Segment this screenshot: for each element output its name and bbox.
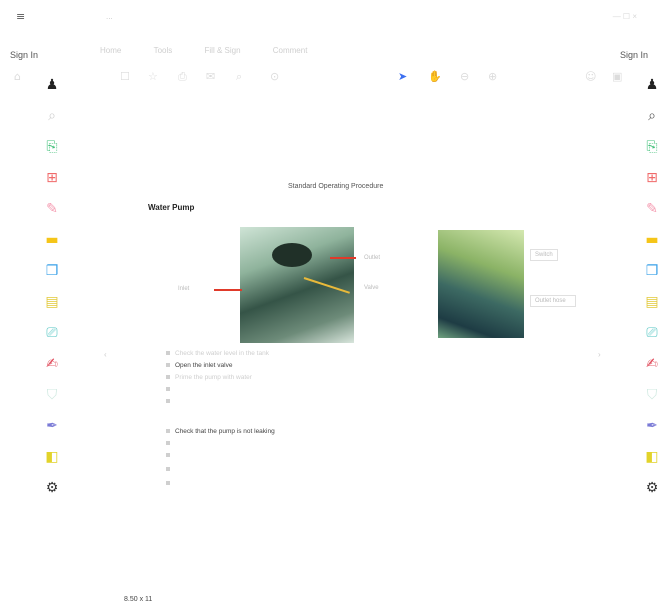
export-pdf-icon[interactable]: ⎘: [638, 136, 665, 158]
organize-pages-icon[interactable]: ▤: [638, 291, 665, 313]
list-item: [166, 452, 175, 459]
title-bar: ≡ ... — ☐ ×: [0, 0, 665, 36]
combine-files-icon[interactable]: ❐: [638, 260, 665, 282]
fill-sign-icon[interactable]: ✍: [638, 353, 665, 375]
comment-icon[interactable]: ▬: [638, 229, 665, 251]
list-item: [166, 466, 175, 473]
cursor-icon[interactable]: ➤: [398, 70, 407, 83]
valve-label: Valve: [364, 285, 379, 291]
list-item: [166, 398, 175, 405]
list-item: [166, 386, 175, 393]
inlet-label: Inlet: [178, 286, 190, 292]
pump-motor-shape: [272, 243, 312, 267]
organize-pages-icon[interactable]: ▤: [38, 291, 66, 313]
user-icon[interactable]: ☺: [585, 70, 596, 83]
search-icon[interactable]: ⌕: [236, 70, 242, 84]
edit-pdf-icon[interactable]: ✎: [638, 198, 665, 220]
list-item: Open the inlet valve: [166, 362, 232, 369]
tools-rail-left: ♟ ⌕ ⎘ ⊞ ✎ ▬ ❐ ▤ ⎚ ✍ ⛉ ✒ ◧ ⚙: [38, 74, 66, 508]
tab-fill-sign[interactable]: Fill & Sign: [205, 46, 241, 55]
save-icon[interactable]: ▣: [612, 70, 622, 83]
add-user-icon[interactable]: ♟: [38, 74, 66, 96]
list-item: Prime the pump with water: [166, 374, 252, 381]
protect-icon[interactable]: ⛉: [38, 384, 66, 406]
create-pdf-icon[interactable]: ⊞: [38, 167, 66, 189]
page-size-readout: 8.50 x 11: [124, 596, 153, 603]
sign-in-link-left[interactable]: Sign In: [10, 50, 38, 60]
scan-icon[interactable]: ⎚: [38, 322, 66, 344]
add-user-icon[interactable]: ♟: [638, 74, 665, 96]
zoom-out-icon[interactable]: ⊖: [460, 70, 469, 83]
search-icon[interactable]: ⌕: [638, 105, 665, 127]
list-item: [166, 480, 175, 487]
list-item: [166, 440, 175, 447]
hand-icon[interactable]: ✋: [428, 70, 442, 83]
send-signature-icon[interactable]: ✒: [638, 415, 665, 437]
protect-icon[interactable]: ⛉: [638, 384, 665, 406]
send-signature-icon[interactable]: ✒: [38, 415, 66, 437]
list-item: Check that the pump is not leaking: [166, 428, 275, 435]
fill-sign-icon[interactable]: ✍: [38, 353, 66, 375]
window-controls[interactable]: — ☐ ×: [613, 12, 637, 21]
more-tools-icon[interactable]: ⚙: [38, 477, 66, 499]
print-icon[interactable]: ⎙: [178, 70, 187, 84]
more-tools-icon[interactable]: ⚙: [638, 477, 665, 499]
section-title: Water Pump: [148, 203, 195, 212]
page-heading: Standard Operating Procedure: [288, 183, 384, 190]
inlet-arrow: [214, 289, 242, 291]
stamp-icon[interactable]: ◧: [38, 446, 66, 468]
outlet-label: Outlet: [364, 255, 381, 261]
create-pdf-icon[interactable]: ⊞: [638, 167, 665, 189]
comment-icon[interactable]: ▬: [38, 229, 66, 251]
document-page: Standard Operating Procedure Water Pump …: [118, 175, 586, 535]
stamp-icon[interactable]: ◧: [638, 446, 665, 468]
tools-rail-right: ♟ ⌕ ⎘ ⊞ ✎ ▬ ❐ ▤ ⎚ ✍ ⛉ ✒ ◧ ⚙: [638, 74, 665, 508]
combine-files-icon[interactable]: ❐: [38, 260, 66, 282]
export-pdf-icon[interactable]: ⎘: [38, 136, 66, 158]
edit-pdf-icon[interactable]: ✎: [38, 198, 66, 220]
switch-label: Switch: [530, 249, 558, 261]
outlet-hose-label: Outlet hose: [530, 295, 576, 307]
tab-home[interactable]: Home: [100, 46, 121, 55]
prev-page-icon[interactable]: ‹: [104, 350, 107, 359]
pump-switch-photo: [438, 230, 524, 338]
pump-photo: [240, 227, 354, 343]
bookmark-icon[interactable]: ☐: [120, 70, 130, 83]
hamburger-icon[interactable]: ≡: [16, 10, 25, 23]
zoom-in-icon[interactable]: ⊕: [488, 70, 497, 83]
page-nav-icon[interactable]: ⊙: [270, 70, 279, 83]
tab-tools[interactable]: Tools: [154, 46, 173, 55]
home-icon[interactable]: ⌂: [14, 70, 21, 83]
tab-comment[interactable]: Comment: [273, 46, 308, 55]
outlet-arrow: [330, 257, 356, 259]
scan-icon[interactable]: ⎚: [638, 322, 665, 344]
tab-bar: Home Tools Fill & Sign Comment: [100, 46, 570, 62]
sign-in-link-right[interactable]: Sign In: [620, 50, 648, 60]
window-title: ...: [106, 12, 113, 21]
search-icon[interactable]: ⌕: [38, 105, 66, 127]
next-page-icon[interactable]: ›: [598, 350, 601, 359]
toolbar: ⌂ ☐ ☆ ⎙ ✉ ⌕ ⊙ ➤ ✋ ⊖ ⊕ ☺ ▣: [0, 70, 665, 92]
list-item: Check the water level in the tank: [166, 350, 269, 357]
star-icon[interactable]: ☆: [148, 70, 158, 83]
mail-icon[interactable]: ✉: [206, 70, 215, 83]
